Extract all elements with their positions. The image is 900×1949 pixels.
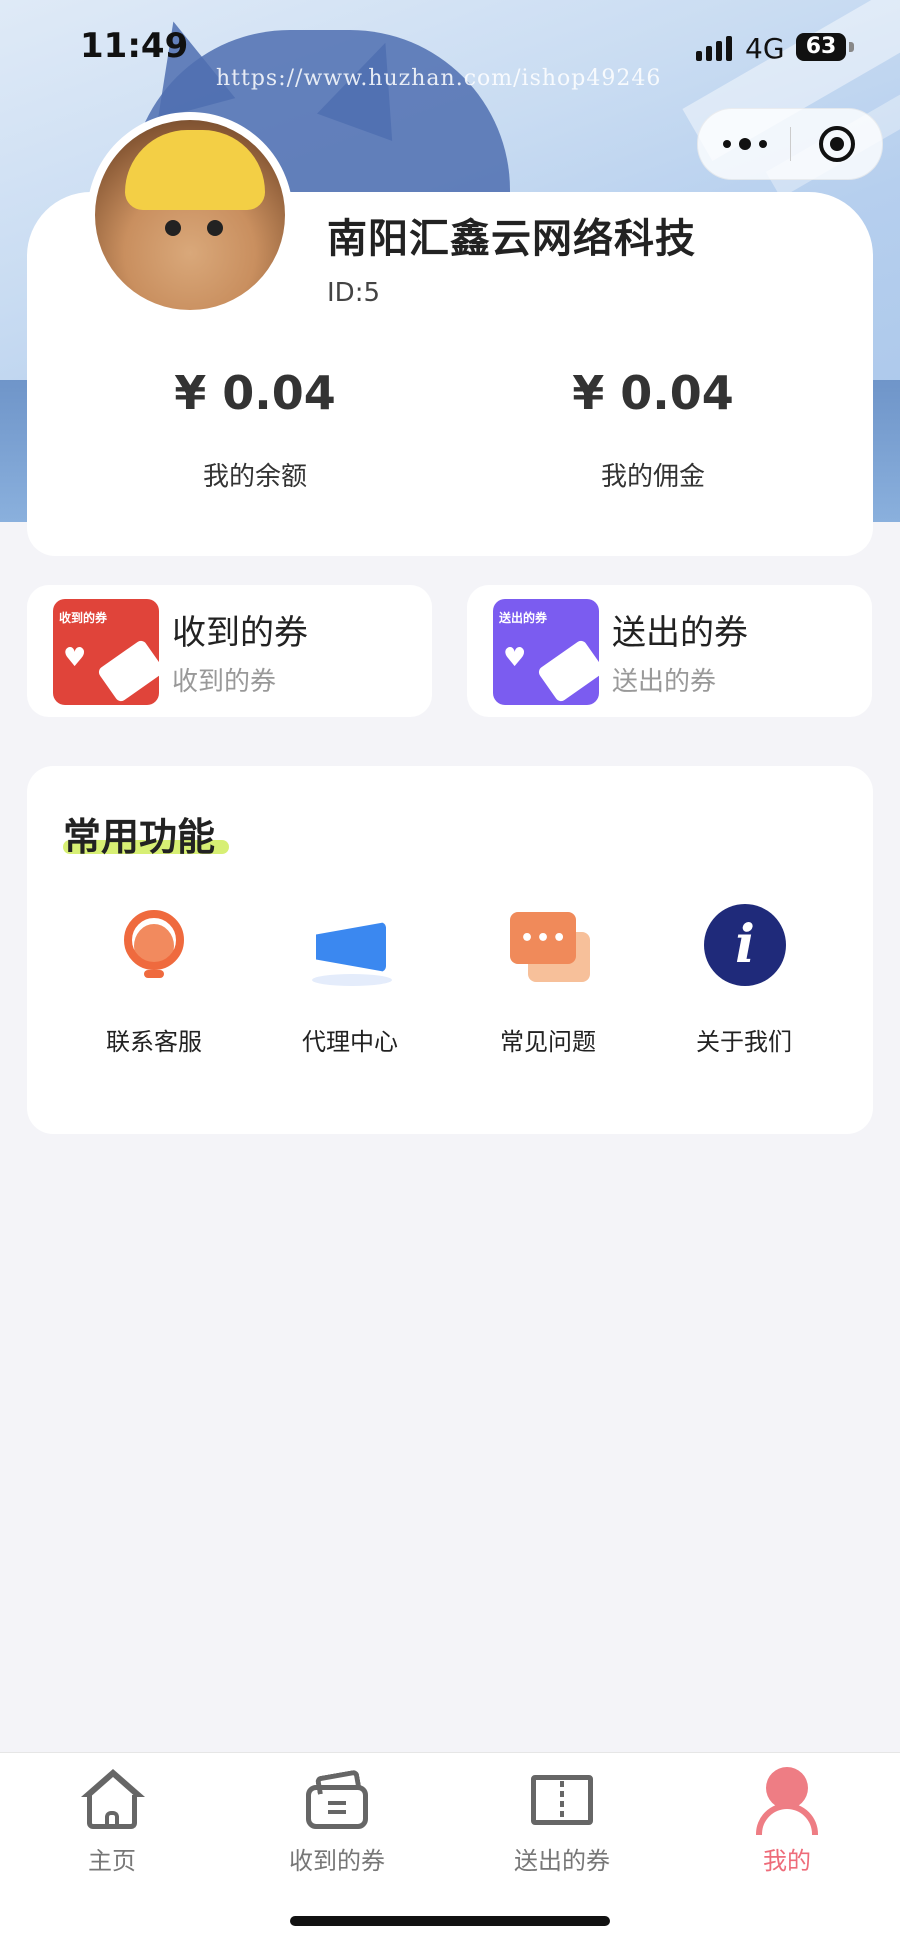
user-icon <box>752 1767 822 1835</box>
status-time: 11:49 <box>80 26 189 66</box>
faq-button[interactable]: ••• 常见问题 <box>463 904 633 1057</box>
balance-value: ¥ 0.04 <box>174 366 336 420</box>
watermark-text: https://www.huzhan.com/ishop49246 <box>216 66 662 91</box>
sent-coupons-title: 送出的券 <box>612 613 748 653</box>
faq-label: 常见问题 <box>500 1028 596 1056</box>
balance-stat[interactable]: ¥ 0.04 我的余额 <box>105 366 405 493</box>
signal-icon <box>696 36 732 61</box>
network-type: 4G <box>745 32 785 65</box>
tab-sent-coupons[interactable]: 送出的券 <box>472 1767 652 1876</box>
sent-coupon-icon: 送出的券 ♥ <box>493 599 599 705</box>
ticket-icon <box>527 1767 597 1833</box>
tab-received-coupons-label: 收到的券 <box>289 1847 385 1875</box>
tab-sent-coupons-label: 送出的券 <box>514 1847 610 1875</box>
info-icon: i <box>700 904 788 992</box>
received-coupons-title: 收到的券 <box>172 613 308 653</box>
home-indicator <box>290 1916 610 1926</box>
contact-service-button[interactable]: 联系客服 <box>69 904 239 1057</box>
common-functions-card: 常用功能 联系客服 代理中心 ••• 常见问题 i 关于我们 <box>27 766 873 1134</box>
commission-value: ¥ 0.04 <box>572 366 734 420</box>
tab-mine-label: 我的 <box>763 1847 811 1875</box>
received-coupon-badge: 收到的券 <box>59 611 108 625</box>
commission-stat[interactable]: ¥ 0.04 我的佣金 <box>503 366 803 493</box>
commission-label: 我的佣金 <box>600 462 705 492</box>
chat-bubbles-icon: ••• <box>504 904 592 992</box>
sent-coupons-subtitle: 送出的券 <box>612 667 717 697</box>
wallet-icon <box>302 1767 372 1833</box>
received-coupon-icon: 收到的券 ♥ <box>53 599 159 705</box>
heart-icon: ♥ <box>63 643 87 673</box>
contact-service-label: 联系客服 <box>106 1028 202 1056</box>
battery-tip <box>849 42 854 52</box>
about-us-button[interactable]: i 关于我们 <box>659 904 829 1057</box>
tab-home-label: 主页 <box>88 1847 136 1875</box>
tab-mine[interactable]: 我的 <box>697 1767 877 1876</box>
more-icon[interactable] <box>723 135 767 153</box>
sent-coupons-card[interactable]: 送出的券 ♥ 送出的券 送出的券 <box>467 585 872 717</box>
ticket-graphic <box>96 638 159 704</box>
tab-received-coupons[interactable]: 收到的券 <box>247 1767 427 1876</box>
miniapp-capsule <box>697 108 883 180</box>
received-coupons-subtitle: 收到的券 <box>172 667 277 697</box>
about-us-label: 关于我们 <box>696 1028 792 1056</box>
agent-center-label: 代理中心 <box>302 1028 398 1056</box>
battery-icon: 63 <box>796 33 846 61</box>
tab-home[interactable]: 主页 <box>22 1767 202 1876</box>
common-functions-title: 常用功能 <box>63 815 216 859</box>
heart-icon: ♥ <box>503 643 527 673</box>
balance-label: 我的余额 <box>202 462 307 492</box>
profile-id: ID:5 <box>327 278 380 308</box>
ticket-graphic <box>536 638 599 704</box>
megaphone-icon <box>306 904 394 992</box>
received-coupons-card[interactable]: 收到的券 ♥ 收到的券 收到的券 <box>27 585 432 717</box>
close-miniapp-icon[interactable] <box>819 126 855 162</box>
agent-center-button[interactable]: 代理中心 <box>265 904 435 1057</box>
home-icon <box>77 1767 147 1833</box>
capsule-divider <box>790 127 791 161</box>
avatar[interactable] <box>87 112 293 318</box>
profile-name: 南阳汇鑫云网络科技 <box>327 216 696 262</box>
customer-service-icon <box>110 904 198 992</box>
sent-coupon-badge: 送出的券 <box>499 611 548 625</box>
